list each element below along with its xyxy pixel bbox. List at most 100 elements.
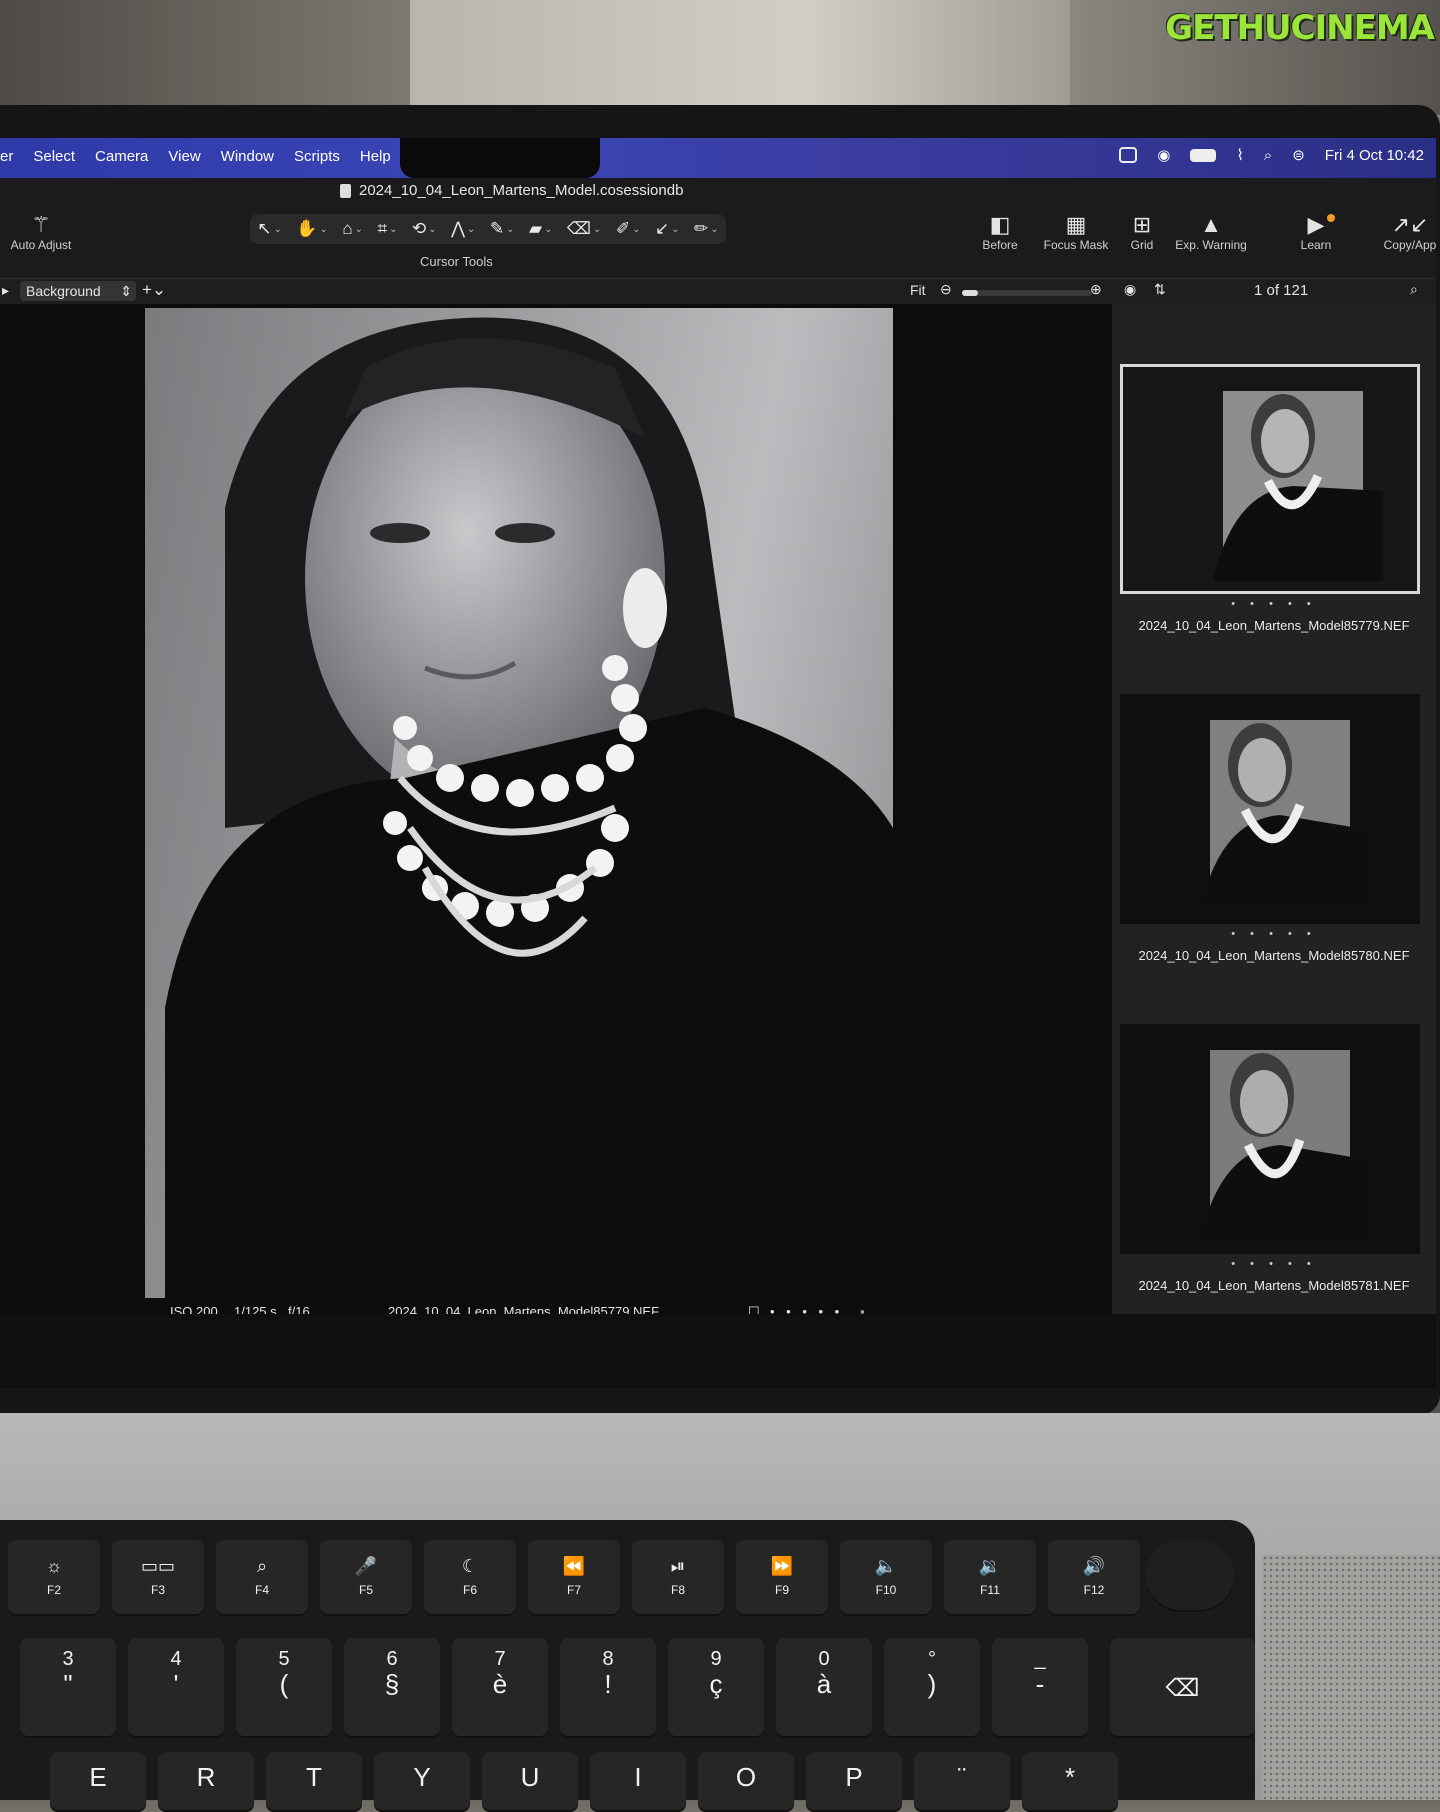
zoom-out-icon[interactable]: ⊖ [940,281,952,298]
rotate-tool[interactable]: ⟲ ⌄ [412,219,437,239]
function-key-label: F5 [358,1583,373,1597]
function-key[interactable]: 🔊 F12 [1048,1540,1140,1616]
function-key[interactable]: 🎤 F5 [320,1540,412,1616]
search-icon[interactable]: ⌕ [1410,281,1418,298]
thumbnail-image [1200,720,1370,910]
function-key[interactable]: ☾ F6 [424,1540,516,1616]
menu-item-select[interactable]: Select [33,148,75,165]
zoom-in-icon[interactable]: ⊕ [1090,281,1102,298]
keystone-tool[interactable]: ⋀ ⌄ [451,219,475,239]
brush-tool[interactable]: ✎ ⌄ [490,219,515,239]
number-key-top: 5 [278,1648,290,1670]
eye-icon[interactable]: ◉ [1124,281,1136,298]
panel-toggle-icon[interactable]: ▸ [2,282,9,299]
function-key[interactable]: ⏯ F8 [632,1540,724,1616]
document-icon [340,183,351,198]
before-button[interactable]: ◧ Before [964,212,1036,252]
select-cursor-tool[interactable]: ↖ ⌄ [257,219,282,239]
gradient-tool[interactable]: ▰ ⌄ [529,219,552,239]
number-key[interactable]: 3 " [20,1638,116,1738]
letter-key[interactable]: ¨ [914,1752,1010,1812]
letter-key[interactable]: * [1022,1752,1118,1812]
letter-key[interactable]: O [698,1752,794,1812]
focus-mask-button[interactable]: ▦ Focus Mask [1036,212,1116,252]
menu-item-app[interactable]: er [0,148,13,165]
battery-icon[interactable] [1190,148,1217,162]
menu-item-view[interactable]: View [168,148,200,165]
function-key[interactable]: ☼ F2 [8,1540,100,1616]
warning-triangle-icon: ▲ [1200,212,1222,237]
thumbnail-rating[interactable]: • • • • • [1112,928,1436,940]
function-key[interactable]: ⏩ F9 [736,1540,828,1616]
thumbnail-frame[interactable] [1120,1024,1420,1254]
control-center-icon[interactable]: ⊜ [1292,146,1305,164]
letter-key-label: I [634,1762,642,1792]
layer-select[interactable]: Background ⇕ [20,281,136,301]
menu-item-help[interactable]: Help [360,148,391,165]
wall-middle [410,0,1070,115]
copy-apply-cursor-tool[interactable]: ↙ ⌄ [655,219,680,239]
letter-key[interactable]: P [806,1752,902,1812]
color-picker-tool[interactable]: ✐ ⌄ [616,219,641,239]
portrait-image [165,317,893,1298]
add-layer-icon[interactable]: +⌄ [142,280,166,300]
letter-key[interactable]: R [158,1752,254,1812]
pan-hand-tool[interactable]: ✋ ⌄ [296,219,328,239]
magic-wand-icon: ⚚ [31,212,51,237]
function-key[interactable]: ⏪ F7 [528,1540,620,1616]
number-key[interactable]: 0à [776,1638,872,1738]
function-key[interactable]: 🔈 F10 [840,1540,932,1616]
number-key[interactable]: _ - [992,1638,1088,1738]
letter-key[interactable]: Y [374,1752,470,1812]
function-key-icon: ⏪ [562,1556,586,1576]
letter-key[interactable]: T [266,1752,362,1812]
number-key[interactable]: 6 § [344,1638,440,1738]
eraser-tool[interactable]: ⌫ ⌄ [567,219,601,239]
main-photo[interactable] [145,308,893,1298]
number-key-bottom: à [816,1669,832,1699]
number-key[interactable]: 7è [452,1638,548,1738]
thumbnail-frame[interactable] [1120,694,1420,924]
thumbnail-rating[interactable]: • • • • • [1112,1258,1436,1270]
menu-item-window[interactable]: Window [221,148,274,165]
menu-item-camera[interactable]: Camera [95,148,148,165]
number-key[interactable]: 9ç [668,1638,764,1738]
number-key-top: 9 [710,1648,722,1670]
function-key[interactable]: ▭▭ F3 [112,1540,204,1616]
letter-key[interactable]: I [590,1752,686,1812]
zoom-fit-label[interactable]: Fit [910,282,926,298]
thumbnail-filename: 2024_10_04_Leon_Martens_Model85781.NEF [1138,1278,1410,1293]
letter-key[interactable]: U [482,1752,578,1812]
zoom-slider[interactable] [962,290,1092,296]
letter-key[interactable]: E [50,1752,146,1812]
function-key[interactable]: 🔉 F11 [944,1540,1036,1616]
grid-button[interactable]: ⊞ Grid [1122,212,1162,252]
number-key[interactable]: 8! [560,1638,656,1738]
delete-key[interactable]: ⌫ [1110,1638,1255,1738]
sort-icon[interactable]: ⇅ [1154,281,1166,298]
thumbnail-frame-selected[interactable] [1120,364,1420,594]
annotate-tool[interactable]: ✏ ⌄ [694,219,719,239]
layer-name: Background [26,283,101,299]
loupe-tool[interactable]: ⌂ ⌄ [342,219,363,239]
message-icon[interactable] [1119,147,1138,163]
menu-item-scripts[interactable]: Scripts [294,148,340,165]
exposure-warning-button[interactable]: ▲ Exp. Warning [1168,212,1254,252]
copy-apply-button[interactable]: ↗↙ Copy/App [1380,212,1436,252]
number-key[interactable]: °) [884,1638,980,1738]
number-key-bottom: - [1035,1669,1045,1699]
number-key[interactable]: 5( [236,1638,332,1738]
laptop-screen: er Select Camera View Window Scripts Hel… [0,138,1436,1388]
number-key[interactable]: 4 ' [128,1638,224,1738]
function-key[interactable]: ⌕ F4 [216,1540,308,1616]
auto-adjust-button[interactable]: ⚚ Auto Adjust [6,212,76,252]
function-key-icon: ☼ [45,1556,63,1576]
touch-id-key[interactable] [1145,1540,1235,1612]
crop-tool[interactable]: ⌗ ⌄ [378,219,398,239]
image-viewer[interactable]: ISO 200 1/125 s f/16 2024_10_04_Leon_Mar… [0,304,1112,1319]
user-icon[interactable]: ◉ [1157,146,1170,164]
thumbnail-rating[interactable]: • • • • • [1112,598,1436,610]
wifi-off-icon[interactable]: ⌇ [1236,146,1243,164]
spotlight-search-icon[interactable]: ⌕ [1264,147,1272,164]
clock[interactable]: Fri 4 Oct 10:42 [1325,147,1424,164]
